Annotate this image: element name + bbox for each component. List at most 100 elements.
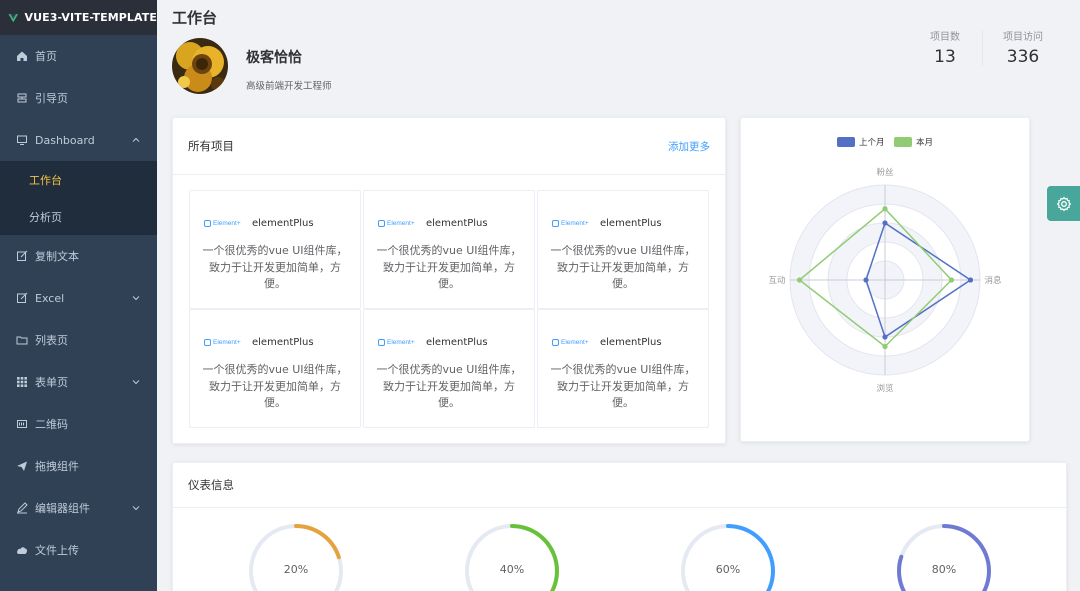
add-more-link[interactable]: 添加更多 [668, 139, 710, 154]
meter-gauge: 40% [464, 523, 560, 591]
sidebar-item-label: Dashboard [35, 133, 95, 147]
project-description: 一个很优秀的vue UI组件库，致力于让开发更加简单，方便。 [550, 363, 696, 409]
app-root: VUE3-VITE-TEMPLATE 首页 引导页 Dashboard 工作台 … [0, 0, 1080, 591]
sidebar-item-excel[interactable]: Excel [0, 277, 157, 319]
legend-swatch [894, 137, 912, 147]
edit-icon [16, 250, 28, 262]
meter-ring [897, 524, 991, 591]
stat-project-count: 项目数 13 [905, 28, 985, 67]
project-card[interactable]: Element+ elementPlus 一个很优秀的vue UI组件库，致力于… [189, 190, 361, 309]
sidebar-item-qrcode[interactable]: 二维码 [0, 403, 157, 445]
element-plus-logo: Element+ [552, 339, 598, 346]
page-title: 工作台 [172, 9, 218, 27]
radar-chart-card: 粉丝消息浏览 互动 上个月 本月 [740, 117, 1030, 442]
legend-label: 本月 [916, 137, 933, 148]
radar-series-point [967, 277, 974, 283]
element-plus-logo: Element+ [204, 220, 250, 227]
radar-series-point [863, 277, 869, 283]
folder-icon [16, 334, 28, 346]
edit-icon [16, 292, 28, 304]
project-name: elementPlus [252, 337, 314, 348]
sidebar: VUE3-VITE-TEMPLATE 首页 引导页 Dashboard 工作台 … [0, 0, 157, 591]
sidebar-item-label: 复制文本 [35, 250, 79, 263]
sidebar-item-label: 文件上传 [35, 544, 79, 557]
element-plus-logo: Element+ [378, 220, 424, 227]
stat-label: 项目访问 [1003, 32, 1043, 43]
qrcode-icon [16, 418, 28, 430]
project-card[interactable]: Element+ elementPlus 一个很优秀的vue UI组件库，致力于… [537, 190, 709, 309]
project-description: 一个很优秀的vue UI组件库，致力于让开发更加简单，方便。 [550, 244, 696, 290]
meter-ring [249, 524, 343, 591]
project-card[interactable]: Element+ elementPlus 一个很优秀的vue UI组件库，致力于… [189, 309, 361, 428]
dashboard-submenu: 工作台 分析页 [0, 161, 157, 235]
meter-gauge: 20% [248, 523, 344, 591]
grid-icon [16, 376, 28, 388]
user-title: 高级前端开发工程师 [246, 81, 332, 92]
meters-card-header: 仪表信息 [173, 463, 1066, 508]
project-head: Element+ elementPlus [552, 337, 662, 348]
chevron-down-icon [132, 296, 140, 301]
radar-series-point [948, 277, 955, 283]
meter-progress-arc [681, 524, 775, 591]
gear-icon [1056, 196, 1071, 211]
sidebar-item-label: 表单页 [35, 376, 68, 389]
sidebar-item-upload[interactable]: 文件上传 [0, 529, 157, 571]
project-head: Element+ elementPlus [378, 337, 488, 348]
radar-indicator-label: 互动 [768, 275, 786, 286]
cloud-upload-icon [16, 544, 28, 556]
sidebar-item-workbench[interactable]: 工作台 [0, 161, 157, 198]
radar-series-point [882, 343, 888, 350]
meter-progress-arc [249, 524, 343, 591]
sidebar-item-copy-text[interactable]: 复制文本 [0, 235, 157, 277]
legend-label: 上个月 [859, 138, 885, 148]
project-head: Element+ elementPlus [378, 218, 488, 229]
send-icon [16, 460, 28, 472]
projects-title: 所有项目 [188, 139, 234, 153]
meters-card: 仪表信息 20% 40% 60% 80% [172, 462, 1067, 591]
sidebar-item-guide[interactable]: 引导页 [0, 77, 157, 119]
meter-gauge: 60% [680, 523, 776, 591]
meter-progress-arc [465, 524, 559, 591]
meter-ring [681, 524, 775, 591]
radar-chart: 粉丝消息浏览 互动 上个月 本月 [768, 137, 1002, 394]
meter-ring [465, 524, 559, 591]
logo[interactable]: VUE3-VITE-TEMPLATE [0, 0, 157, 35]
sidebar-item-drag[interactable]: 拖拽组件 [0, 445, 157, 487]
stat-label: 项目数 [930, 32, 960, 43]
meters-title: 仪表信息 [188, 478, 234, 492]
element-plus-logo: Element+ [552, 220, 598, 227]
meter-label: 40% [499, 563, 525, 576]
radar-series-point [882, 334, 888, 340]
radar-indicator-label: 粉丝 [876, 167, 894, 178]
radar-indicator-label: 消息 [984, 275, 1002, 286]
project-description: 一个很优秀的vue UI组件库，致力于让开发更加简单，方便。 [376, 244, 522, 290]
project-description: 一个很优秀的vue UI组件库，致力于让开发更加简单，方便。 [202, 244, 348, 290]
meter-progress-arc [897, 524, 991, 591]
project-name: elementPlus [426, 337, 488, 348]
pen-icon [16, 502, 28, 514]
stat-project-visits: 项目访问 336 [983, 28, 1063, 67]
radar-indicator-label: 浏览 [876, 383, 893, 394]
sidebar-item-label: 二维码 [35, 418, 68, 431]
vue-logo-icon [8, 13, 19, 22]
project-name: elementPlus [252, 218, 314, 229]
legend-swatch [837, 137, 855, 147]
element-plus-logo: Element+ [204, 339, 250, 346]
sidebar-item-editor[interactable]: 编辑器组件 [0, 487, 157, 529]
avatar[interactable] [172, 38, 228, 94]
project-card[interactable]: Element+ elementPlus 一个很优秀的vue UI组件库，致力于… [537, 309, 709, 428]
sidebar-item-list[interactable]: 列表页 [0, 319, 157, 361]
sidebar-item-home[interactable]: 首页 [0, 35, 157, 77]
radar-series-point [882, 220, 888, 226]
settings-button[interactable] [1047, 186, 1080, 221]
user-name: 极客恰恰 [246, 50, 302, 66]
project-card[interactable]: Element+ elementPlus 一个很优秀的vue UI组件库，致力于… [363, 309, 535, 428]
sidebar-item-analysis[interactable]: 分析页 [0, 198, 157, 235]
project-description: 一个很优秀的vue UI组件库，致力于让开发更加简单，方便。 [376, 363, 522, 409]
sidebar-item-form[interactable]: 表单页 [0, 361, 157, 403]
sidebar-item-dashboard[interactable]: Dashboard [0, 119, 157, 161]
stat-value: 336 [1006, 47, 1040, 67]
project-card[interactable]: Element+ elementPlus 一个很优秀的vue UI组件库，致力于… [363, 190, 535, 309]
meter-label: 80% [931, 563, 957, 576]
sidebar-item-label: 首页 [35, 50, 57, 63]
